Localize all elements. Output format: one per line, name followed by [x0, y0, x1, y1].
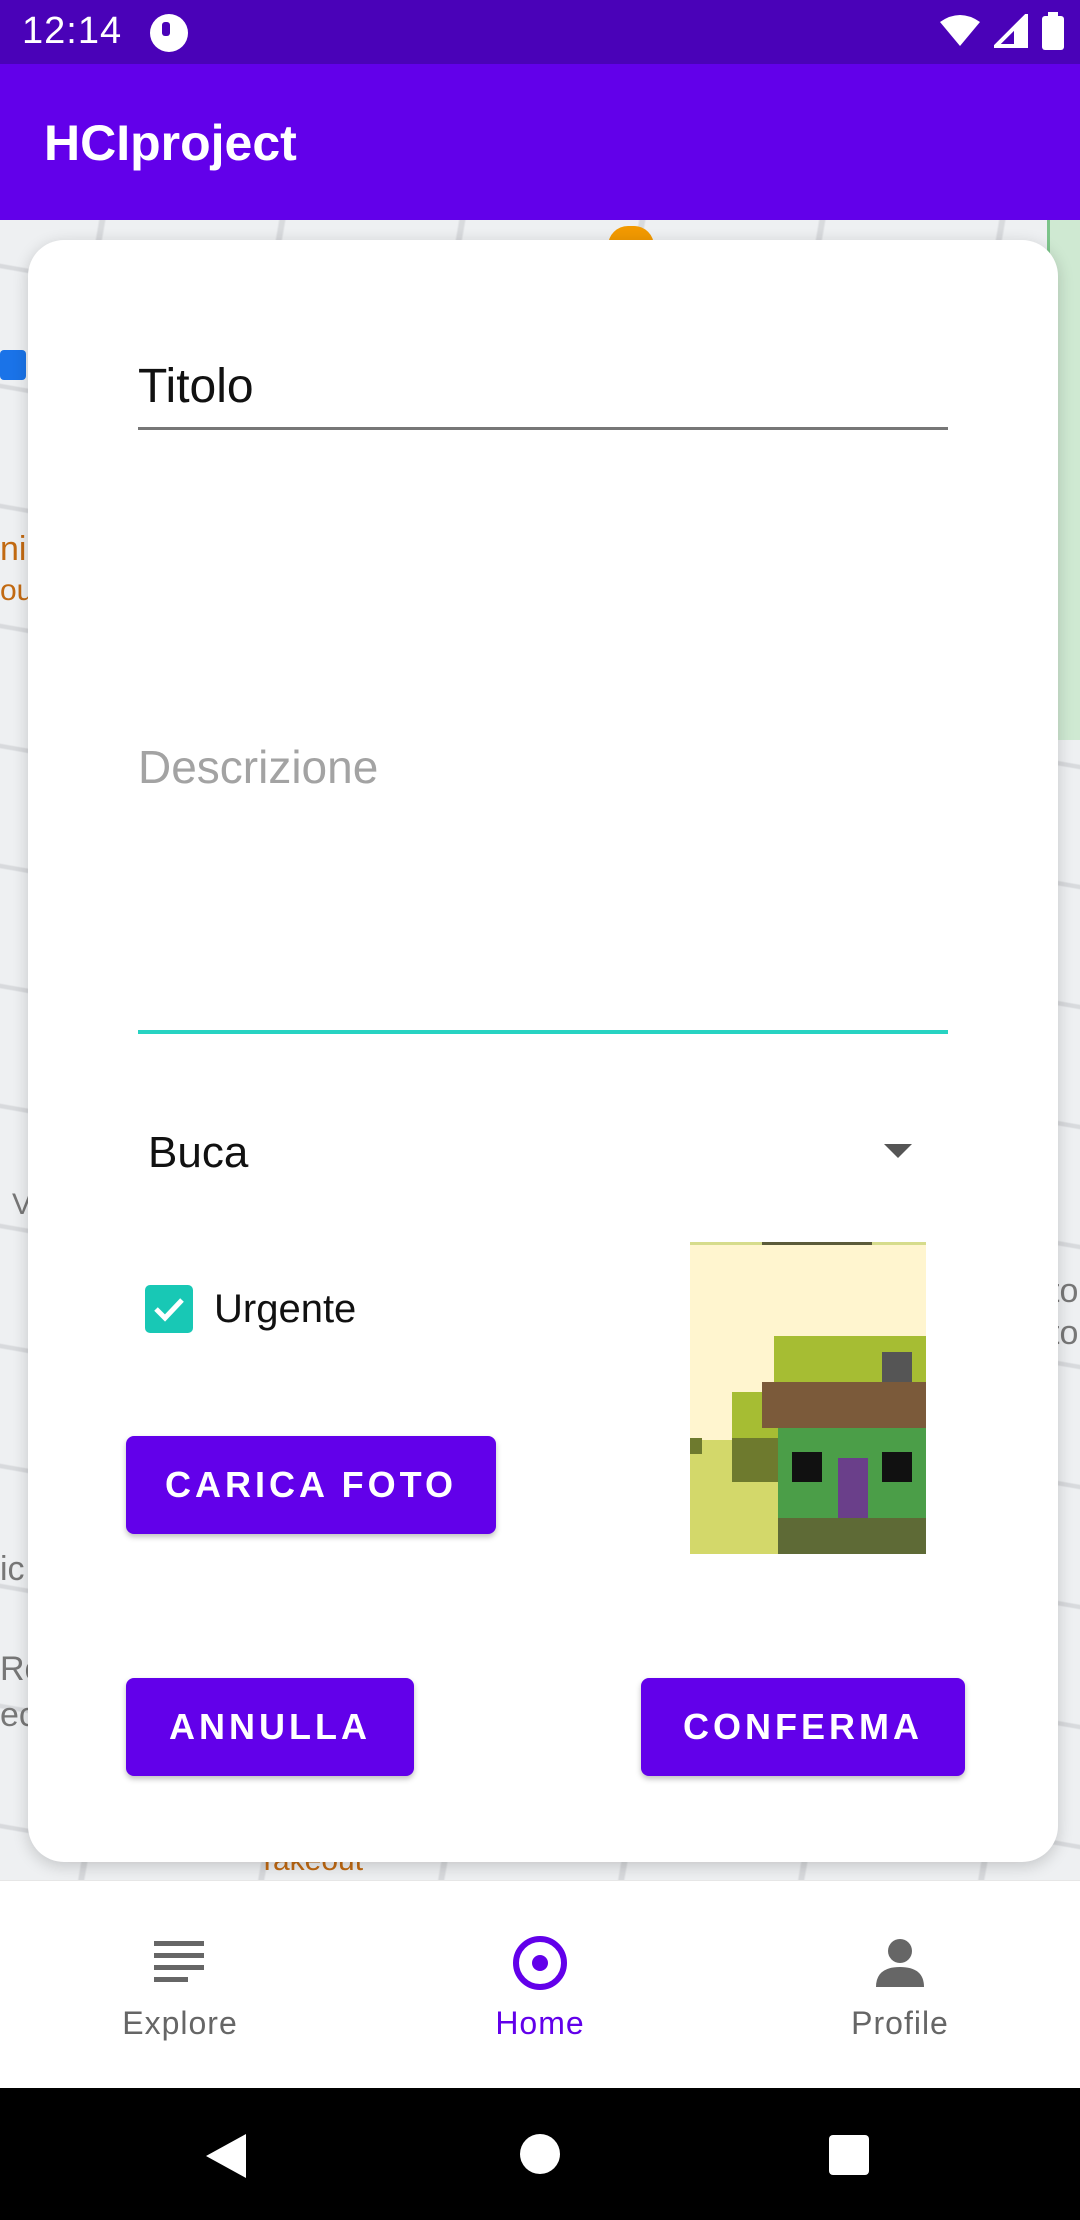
urgent-checkbox-label[interactable]: Urgente: [214, 1287, 356, 1332]
map-label: ic: [0, 1550, 25, 1588]
nav-item-home[interactable]: Home: [360, 1881, 720, 2089]
nav-label-profile: Profile: [851, 2005, 949, 2041]
bus-stop-icon[interactable]: [0, 350, 26, 380]
recents-square-icon[interactable]: [828, 2134, 870, 2176]
dropdown-arrow-icon: [884, 1144, 912, 1158]
notification-app-icon: [150, 14, 188, 52]
home-circle-icon[interactable]: [518, 2132, 562, 2176]
photo-preview-image[interactable]: [690, 1242, 926, 1554]
person-icon: [876, 1939, 924, 1987]
cancel-button[interactable]: ANNULLA: [126, 1678, 414, 1776]
description-input[interactable]: [138, 740, 948, 1034]
category-select-value: Buca: [148, 1128, 249, 1177]
category-select[interactable]: Buca: [148, 1120, 928, 1190]
bottom-navigation: Explore Home Profile: [0, 1880, 1080, 2089]
status-icons: [940, 12, 1064, 50]
confirm-button[interactable]: CONFERMA: [641, 1678, 965, 1776]
status-time: 12:14: [22, 10, 123, 52]
nav-label-explore: Explore: [122, 2005, 238, 2041]
urgent-checkbox[interactable]: [145, 1285, 193, 1333]
battery-icon: [1042, 12, 1064, 50]
status-bar: 12:14: [0, 0, 1080, 64]
title-input[interactable]: [138, 345, 948, 430]
back-icon[interactable]: [204, 2132, 248, 2180]
upload-photo-button[interactable]: CARICA FOTO: [126, 1436, 496, 1534]
map-label: ni: [0, 530, 27, 568]
nav-label-home: Home: [495, 2005, 585, 2041]
new-report-dialog: [28, 240, 1058, 1862]
app-title: HCIproject: [44, 115, 297, 171]
system-navigation-bar: [0, 2088, 1080, 2220]
app-bar: HCIproject: [0, 64, 1080, 220]
nav-item-profile[interactable]: Profile: [720, 1881, 1080, 2089]
wifi-icon: [940, 15, 980, 46]
checkmark-icon: [154, 1298, 184, 1322]
list-icon: [154, 1941, 204, 1982]
location-pin-icon: [513, 1936, 567, 1990]
cellular-signal-icon: [994, 14, 1028, 48]
nav-item-explore[interactable]: Explore: [0, 1881, 360, 2089]
